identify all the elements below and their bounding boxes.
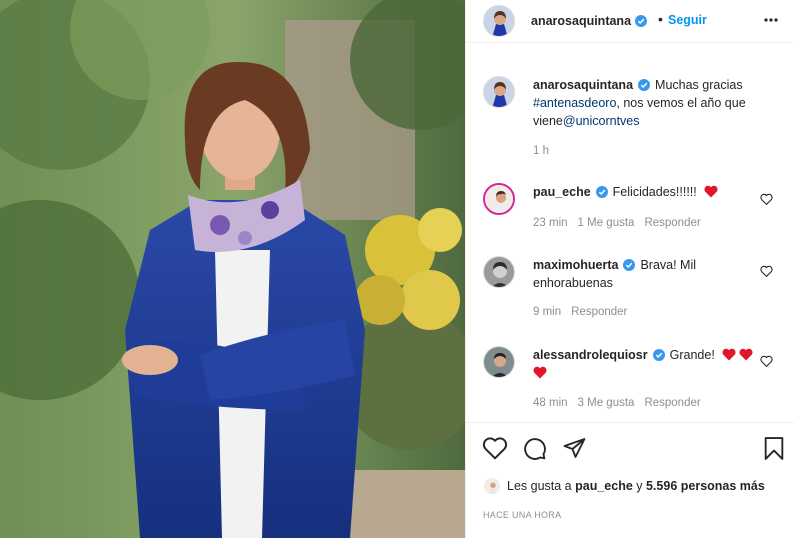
caption-avatar[interactable] (483, 76, 515, 108)
red-heart-emoji-icon (704, 185, 718, 198)
like-comment-icon[interactable] (760, 265, 773, 277)
comment-meta: 9 min Responder (533, 306, 637, 318)
comment: alessandrolequiosr Grande! 48 min 3 Me gus… (483, 346, 783, 416)
caption-body: Muchas gracias (655, 78, 743, 92)
like-comment-icon[interactable] (760, 193, 773, 205)
comment: maximohuerta Brava! Mil enhorabuenas 9 mi… (483, 256, 783, 326)
reply-button[interactable]: Responder (644, 397, 700, 409)
post-photo[interactable] (0, 0, 465, 538)
comment-username[interactable]: alessandrolequiosr (533, 348, 648, 362)
separator-dot: • (658, 11, 663, 27)
post-image (0, 0, 465, 538)
comment-text: pau_eche Felicidades!!!!!! (533, 183, 763, 201)
mention-link[interactable]: @unicorntves (563, 114, 640, 128)
author-username-text[interactable]: anarosaquintana (531, 14, 631, 28)
post-sidebar: anarosaquintana • Seguir anarosaquintana… (465, 0, 794, 538)
caption-time[interactable]: 1 h (533, 145, 549, 157)
comment-likes[interactable]: 1 Me gusta (578, 217, 635, 229)
comment-time[interactable]: 23 min (533, 217, 568, 229)
commenter-avatar[interactable] (483, 256, 515, 288)
more-options-icon[interactable] (763, 12, 779, 28)
comment-text: alessandrolequiosr Grande! (533, 346, 763, 382)
comment-time[interactable]: 48 min (533, 397, 568, 409)
reply-button[interactable]: Responder (644, 217, 700, 229)
like-heart-icon[interactable] (482, 436, 508, 460)
comment-body: Grande! (669, 348, 715, 362)
action-bar (466, 422, 794, 474)
caption-meta: 1 h (533, 145, 559, 157)
comment-username[interactable]: maximohuerta (533, 258, 618, 272)
like-comment-icon[interactable] (760, 355, 773, 367)
author-avatar[interactable] (483, 5, 515, 37)
comment-text: maximohuerta Brava! Mil enhorabuenas (533, 256, 763, 292)
caption-username[interactable]: anarosaquintana (533, 78, 633, 92)
post-timestamp[interactable]: HACE UNA HORA (483, 510, 561, 520)
comment-body: Felicidades!!!!!! (612, 185, 697, 199)
commenter-avatar[interactable] (483, 183, 515, 215)
likes-summary: Les gusta a pau_eche y 5.596 personas má… (483, 477, 765, 495)
post-header: anarosaquintana • Seguir (466, 0, 794, 43)
comment-meta: 48 min 3 Me gusta Responder (533, 397, 711, 409)
likes-count[interactable]: 5.596 personas más (646, 479, 765, 493)
follow-button[interactable]: Seguir (668, 13, 707, 27)
red-heart-emoji-icon (739, 348, 753, 361)
comment-time[interactable]: 9 min (533, 306, 561, 318)
comment-likes[interactable]: 3 Me gusta (578, 397, 635, 409)
commenter-avatar[interactable] (483, 346, 515, 378)
likes-prefix: Les gusta a (507, 479, 576, 493)
save-bookmark-icon[interactable] (763, 436, 785, 461)
verified-icon (652, 349, 665, 361)
likes-mid: y (632, 479, 646, 493)
hashtag-link[interactable]: #antenasdeoro (533, 96, 616, 110)
red-heart-emoji-icon (533, 366, 547, 379)
liker-username[interactable]: pau_eche (575, 479, 633, 493)
comment-username[interactable]: pau_eche (533, 185, 591, 199)
share-icon[interactable] (562, 436, 587, 460)
red-heart-emoji-icon (722, 348, 736, 361)
verified-icon (638, 79, 651, 91)
reply-button[interactable]: Responder (571, 306, 627, 318)
verified-icon (635, 15, 648, 27)
verified-icon (595, 186, 608, 198)
comment: pau_eche Felicidades!!!!!! 23 min 1 Me gus… (483, 183, 783, 243)
comment-icon[interactable] (522, 436, 547, 461)
liker-avatar[interactable] (483, 477, 501, 495)
caption: anarosaquintana Muchas gracias #antenasde… (483, 76, 783, 157)
comment-meta: 23 min 1 Me gusta Responder (533, 217, 711, 229)
author-username[interactable]: anarosaquintana (531, 14, 648, 28)
caption-text: anarosaquintana Muchas gracias #antenasde… (533, 76, 763, 130)
verified-icon (623, 259, 636, 271)
